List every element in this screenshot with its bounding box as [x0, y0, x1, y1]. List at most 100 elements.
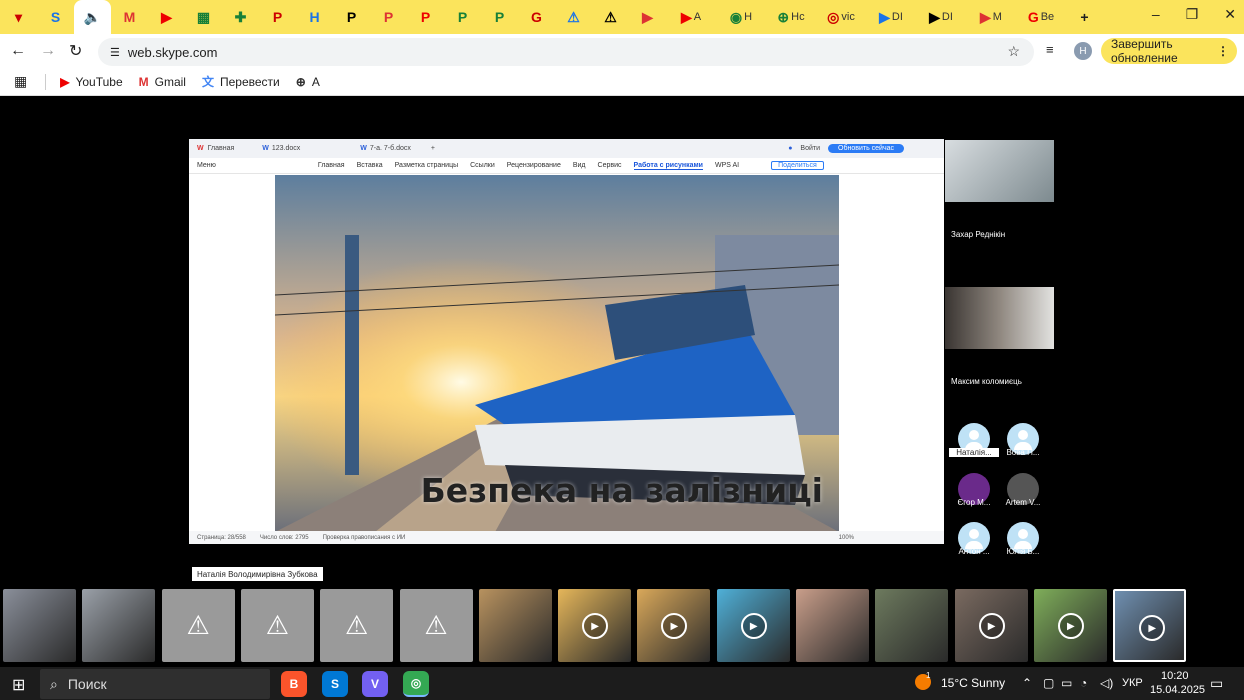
- participant-thumbnail[interactable]: ⚠: [399, 589, 473, 662]
- notifications-icon[interactable]: ▭: [1210, 675, 1223, 692]
- browser-tab[interactable]: ▶ DI: [916, 0, 966, 34]
- clock-time[interactable]: 10:20: [1161, 670, 1189, 682]
- participant-thumbnail[interactable]: ⚠: [161, 589, 235, 662]
- apps-grid-icon[interactable]: ▦: [14, 73, 27, 90]
- play-icon[interactable]: ▶: [978, 613, 1005, 639]
- ribbon-menu-item[interactable]: Сервис: [598, 162, 622, 169]
- ribbon-menu-item[interactable]: Ссылки: [470, 162, 495, 169]
- new-tab-icon[interactable]: +: [431, 145, 435, 152]
- browser-tab[interactable]: ▾: [0, 0, 37, 34]
- browser-tab[interactable]: ◎ vic: [816, 0, 866, 34]
- camera-icon[interactable]: ▢: [1043, 676, 1054, 690]
- address-bar[interactable]: ☰ web.skype.com ☆: [98, 38, 1034, 66]
- browser-tab[interactable]: P: [407, 0, 444, 34]
- browser-tab[interactable]: ◉ H: [716, 0, 766, 34]
- browser-tab[interactable]: ⊕ Hc: [766, 0, 816, 34]
- skype-icon[interactable]: S: [322, 671, 348, 697]
- bookmark-item[interactable]: 文 Перевести: [202, 73, 280, 90]
- weather-text[interactable]: 15°C Sunny: [941, 676, 1005, 690]
- play-icon[interactable]: ▶: [1057, 613, 1084, 639]
- play-icon[interactable]: ▶: [1139, 615, 1166, 641]
- doc-tab[interactable]: 7-а. 7-б.docx: [370, 145, 411, 152]
- browser-tab[interactable]: ✚: [222, 0, 259, 34]
- browser-tab[interactable]: S: [37, 0, 74, 34]
- windows-start-icon[interactable]: ⊞: [12, 675, 25, 695]
- clock-date[interactable]: 15.04.2025: [1150, 684, 1205, 696]
- participant-thumbnail[interactable]: ⚠: [240, 589, 314, 662]
- chrome-icon[interactable]: ◎: [403, 671, 429, 697]
- close-icon[interactable]: ✕: [1224, 6, 1236, 23]
- browser-tab[interactable]: ▶: [148, 0, 185, 34]
- battery-icon[interactable]: ▭: [1061, 676, 1072, 690]
- spellcheck-toggle[interactable]: Проверка правописания с ИИ: [323, 535, 406, 541]
- more-menu-icon[interactable]: ⋮: [1217, 44, 1229, 58]
- participant-thumbnail[interactable]: ▶: [716, 589, 790, 662]
- browser-tab[interactable]: ▶ A: [666, 0, 716, 34]
- back-icon[interactable]: ←: [10, 42, 26, 60]
- bookmark-item[interactable]: M Gmail: [139, 73, 186, 90]
- browser-tab[interactable]: G: [518, 0, 555, 34]
- media-control-icon[interactable]: ≡: [1046, 42, 1054, 57]
- browser-tab[interactable]: M: [111, 0, 148, 34]
- browser-tab[interactable]: ▶: [629, 0, 666, 34]
- browser-tab[interactable]: ⚠: [592, 0, 629, 34]
- browser-tab[interactable]: P: [444, 0, 481, 34]
- participant-thumbnail[interactable]: [875, 589, 949, 662]
- share-button[interactable]: Поделиться: [771, 161, 824, 170]
- participant-thumbnail[interactable]: ▶: [1033, 589, 1107, 662]
- brave-browser-icon[interactable]: B: [281, 671, 307, 697]
- participant-thumbnail[interactable]: ▶: [637, 589, 711, 662]
- reload-icon[interactable]: ↻: [69, 41, 82, 61]
- ribbon-menu-item[interactable]: Вид: [573, 162, 586, 169]
- participant-thumbnail[interactable]: ▶: [954, 589, 1028, 662]
- ribbon-menu-item[interactable]: WPS AI: [715, 162, 739, 169]
- bookmark-item[interactable]: ▶ YouTube: [60, 73, 122, 90]
- language-indicator[interactable]: УКР: [1122, 677, 1143, 689]
- play-icon[interactable]: ▶: [661, 613, 688, 639]
- finish-update-button[interactable]: Завершить обновление ⋮: [1101, 37, 1237, 65]
- new-tab-icon[interactable]: +: [1066, 0, 1103, 34]
- bookmark-item[interactable]: ⊕ A: [296, 73, 320, 90]
- restore-icon[interactable]: ❐: [1186, 6, 1199, 23]
- browser-tab[interactable]: ▶ M: [966, 0, 1016, 34]
- play-icon[interactable]: ▶: [582, 613, 609, 639]
- participant-thumbnail[interactable]: ▶: [558, 589, 632, 662]
- doc-tab[interactable]: Главная: [208, 145, 235, 152]
- ribbon-menu-item[interactable]: Вставка: [357, 162, 383, 169]
- play-icon[interactable]: ▶: [740, 613, 767, 639]
- browser-tab[interactable]: P: [481, 0, 518, 34]
- participant-video[interactable]: [945, 287, 1054, 349]
- browser-tab[interactable]: G Be: [1016, 0, 1066, 34]
- participant-thumbnail[interactable]: [82, 589, 156, 662]
- refresh-now-button[interactable]: Обновить сейчас: [828, 144, 904, 153]
- bookmark-star-icon[interactable]: ☆: [1007, 43, 1020, 60]
- viber-icon[interactable]: V: [362, 671, 388, 697]
- zoom-level[interactable]: 100%: [839, 535, 854, 541]
- forward-icon[interactable]: →: [40, 42, 56, 60]
- browser-tab[interactable]: ⚠: [555, 0, 592, 34]
- ribbon-menu-item[interactable]: Меню: [197, 162, 216, 169]
- participant-thumbnail[interactable]: ▶: [1113, 589, 1187, 662]
- ribbon-menu-item[interactable]: Рецензирование: [507, 162, 561, 169]
- participant-thumbnail[interactable]: [796, 589, 869, 662]
- participant-thumbnail[interactable]: [478, 589, 552, 662]
- participant-video[interactable]: [945, 140, 1054, 202]
- ribbon-menu-item[interactable]: Разметка страницы: [395, 162, 459, 169]
- wifi-icon[interactable]: ◔: [1080, 676, 1087, 690]
- ribbon-menu-item[interactable]: Работа с рисунками: [633, 162, 703, 170]
- minimize-icon[interactable]: –: [1152, 6, 1160, 23]
- browser-tab[interactable]: P: [333, 0, 370, 34]
- ribbon-menu-item[interactable]: Главная: [318, 162, 345, 169]
- browser-tab[interactable]: 🔈: [74, 0, 111, 34]
- participant-thumbnail[interactable]: [3, 589, 76, 662]
- taskbar-search[interactable]: ⌕ Поиск: [40, 669, 270, 699]
- volume-icon[interactable]: ◁): [1100, 676, 1113, 690]
- browser-tab[interactable]: ▶ DI: [866, 0, 916, 34]
- browser-tab[interactable]: P: [259, 0, 296, 34]
- browser-tab[interactable]: ▦: [185, 0, 222, 34]
- browser-tab[interactable]: P: [370, 0, 407, 34]
- tray-chevron-icon[interactable]: ⌃: [1022, 676, 1032, 690]
- login-link[interactable]: Войти: [800, 145, 820, 152]
- profile-avatar[interactable]: H: [1074, 42, 1092, 60]
- browser-tab[interactable]: H: [296, 0, 333, 34]
